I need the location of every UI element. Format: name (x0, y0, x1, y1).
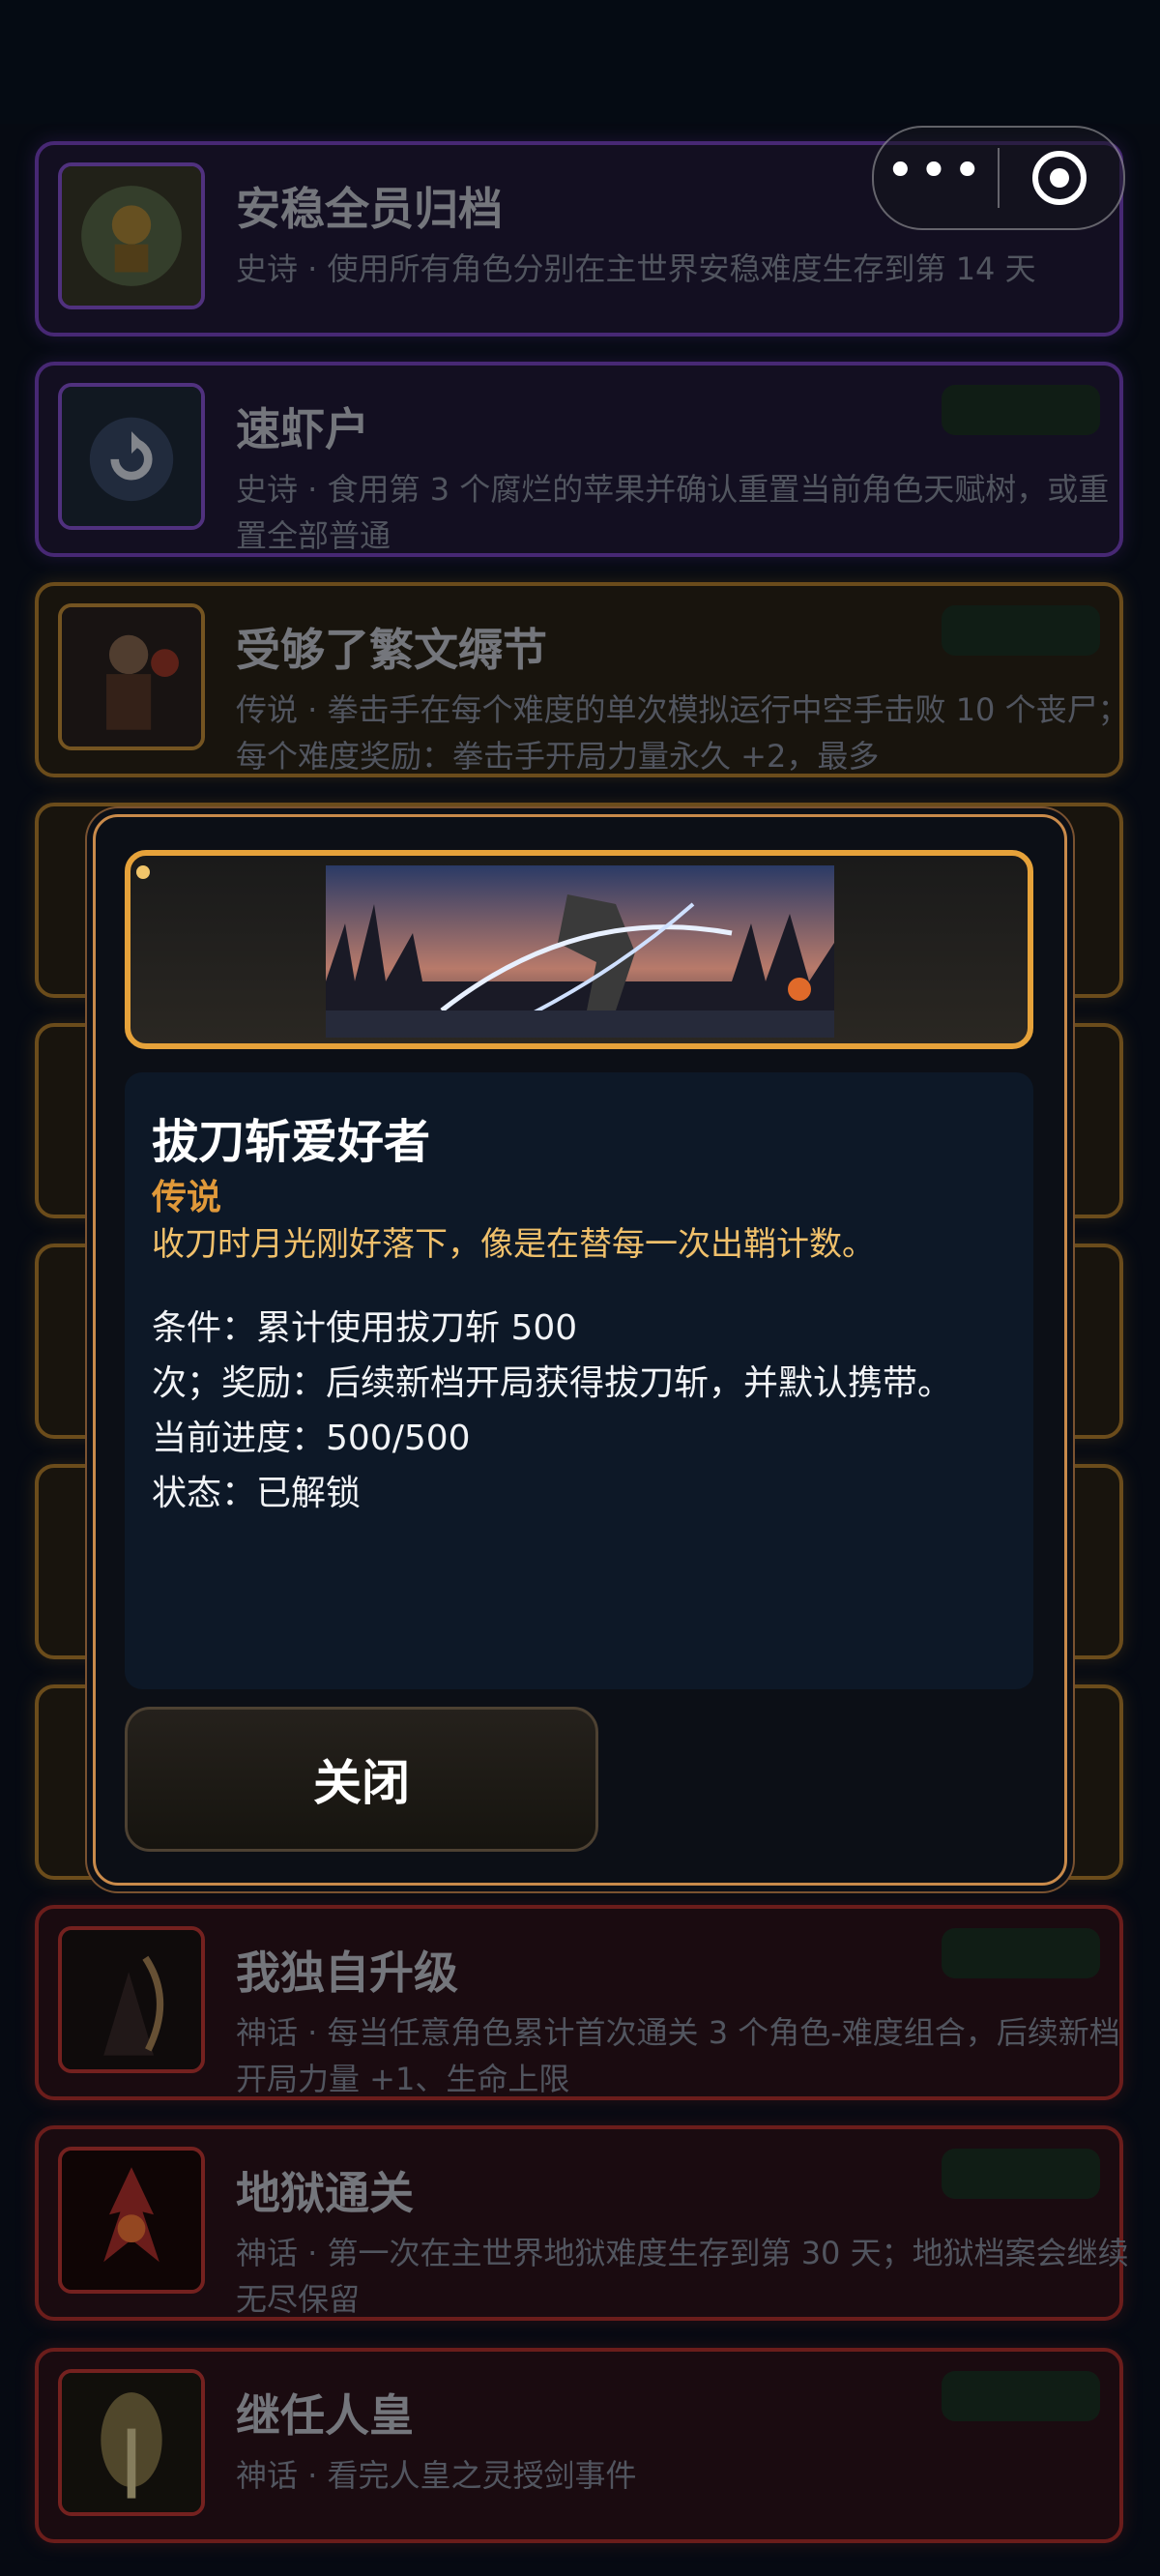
progress-text: 当前进度：500/500 (152, 1419, 471, 1458)
banner-image (326, 865, 834, 1038)
status-text: 状态：已解锁 (152, 1474, 362, 1513)
modal-flavor-text: 收刀时月光刚好落下，像是在替每一次出鞘计数。 (152, 1225, 875, 1264)
modal-details: 条件：累计使用拔刀斩 500 次；奖励：后续新档开局获得拔刀斩，并默认携带。 当… (152, 1301, 952, 1521)
achievement-detail-panel: 拔刀斩爱好者 传说 收刀时月光刚好落下，像是在替每一次出鞘计数。 条件：累计使用… (125, 1072, 1033, 1689)
more-dots-icon[interactable]: ••• (874, 146, 998, 196)
mini-program-capsule[interactable]: ••• (872, 126, 1125, 230)
modal-rarity: 传说 (152, 1178, 222, 1217)
capsule-divider (998, 148, 1000, 208)
condition-text: 条件：累计使用拔刀斩 500 (152, 1308, 578, 1348)
banner-dot (136, 865, 150, 879)
target-icon[interactable] (1032, 151, 1087, 205)
reward-text: 次；奖励：后续新档开局获得拔刀斩，并默认携带。 (152, 1363, 953, 1403)
modal-title: 拔刀斩爱好者 (152, 1115, 431, 1169)
achievement-banner (125, 850, 1033, 1049)
achievement-detail-modal: 拔刀斩爱好者 传说 收刀时月光刚好落下，像是在替每一次出鞘计数。 条件：累计使用… (93, 814, 1067, 1886)
close-button[interactable]: 关闭 (125, 1707, 598, 1852)
